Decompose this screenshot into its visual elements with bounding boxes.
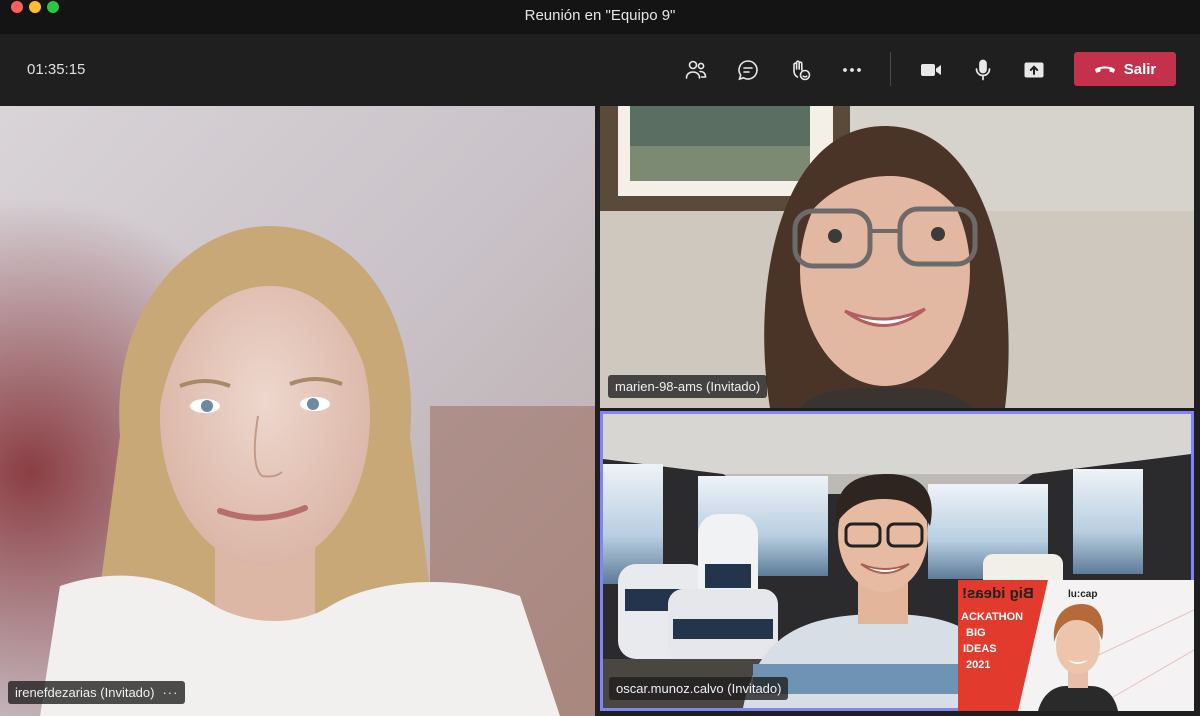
- self-view-bg-text: lu:cap: [1068, 589, 1097, 600]
- participants-icon[interactable]: [680, 54, 712, 86]
- participant-name-tag: oscar.munoz.calvo (Invitado): [609, 677, 789, 700]
- meeting-timer: 01:35:15: [27, 61, 86, 78]
- hang-up-icon: [1094, 66, 1115, 73]
- more-options-icon[interactable]: [836, 54, 868, 86]
- participant-name: irenefdezarias (Invitado): [15, 685, 155, 700]
- self-view-tile[interactable]: Big ideas! lu:cap ACKATHON BIG IDEAS 202…: [958, 580, 1194, 711]
- self-view-bg-text: IDEAS: [963, 643, 997, 655]
- chat-icon[interactable]: [732, 54, 764, 86]
- microphone-icon[interactable]: [967, 54, 999, 86]
- participant-video: [600, 106, 1194, 408]
- toolbar-divider: [890, 52, 891, 86]
- window-title: Reunión en "Equipo 9": [524, 7, 676, 24]
- leave-label: Salir: [1123, 60, 1157, 78]
- self-view-video: Big ideas! lu:cap ACKATHON BIG IDEAS 202…: [958, 580, 1194, 711]
- leave-button[interactable]: Salir: [1074, 52, 1176, 86]
- self-view-bg-text: BIG: [966, 627, 986, 639]
- participant-name: oscar.munoz.calvo (Invitado): [616, 681, 782, 696]
- camera-icon[interactable]: [915, 54, 947, 86]
- self-view-bg-text: Big ideas!: [962, 585, 1034, 602]
- video-tile-irenefdezarias[interactable]: irenefdezarias (Invitado) ···: [0, 106, 595, 716]
- title-bar: Reunión en "Equipo 9": [0, 0, 1200, 34]
- self-view-bg-text: 2021: [966, 659, 990, 671]
- video-tile-marien-98-ams[interactable]: marien-98-ams (Invitado): [600, 106, 1194, 408]
- meeting-toolbar: 01:35:15 Salir: [0, 34, 1200, 106]
- self-view-bg-text: ACKATHON: [961, 611, 1023, 623]
- share-screen-icon[interactable]: [1018, 54, 1050, 86]
- participant-more-icon[interactable]: ···: [162, 685, 178, 700]
- participant-name-tag: marien-98-ams (Invitado): [608, 375, 768, 398]
- participant-name: marien-98-ams (Invitado): [615, 379, 761, 394]
- reactions-icon[interactable]: [784, 54, 816, 86]
- participant-video: [0, 106, 595, 716]
- participant-name-tag: irenefdezarias (Invitado) ···: [8, 681, 186, 704]
